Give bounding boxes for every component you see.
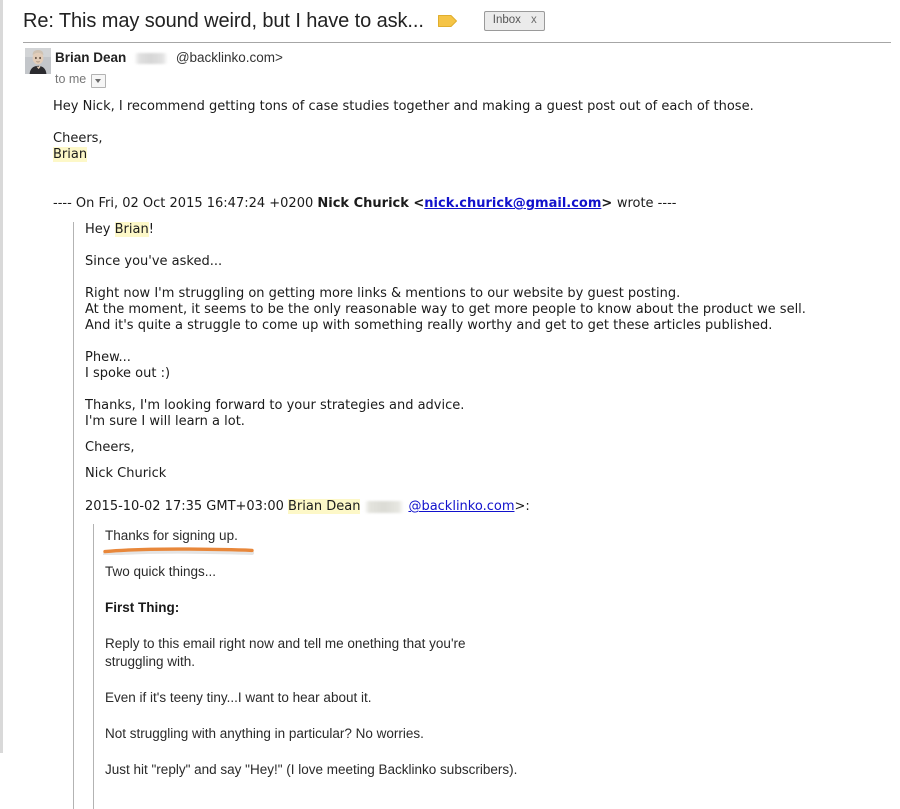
label-tag-icon[interactable] bbox=[437, 14, 458, 28]
struggle-line-1: Right now I'm struggling on getting more… bbox=[85, 286, 681, 301]
label-chip-inbox[interactable]: Inbox x bbox=[483, 11, 545, 31]
chevron-down-icon[interactable] bbox=[91, 73, 107, 88]
quoted-line-since: Since you've asked... bbox=[85, 254, 223, 269]
quote-author-email-link[interactable]: nick.churick@gmail.com bbox=[424, 196, 601, 211]
quoted-thanks-block: Thanks, I'm looking forward to your stra… bbox=[85, 398, 883, 430]
welcome-two-things: Two quick things... bbox=[105, 564, 217, 579]
welcome-teeny-tiny: Even if it's teeny tiny...I want to hear… bbox=[105, 690, 372, 705]
quoted-cheers: Cheers, bbox=[85, 440, 135, 455]
body-signoff: Cheers, Brian bbox=[53, 131, 873, 163]
label-chip-text: Inbox bbox=[492, 14, 521, 26]
quote-attribution-line: ---- On Fri, 02 Oct 2015 16:47:24 +0200 … bbox=[53, 195, 883, 212]
annotated-line-wrapper: Thanks for signing up. bbox=[103, 527, 883, 555]
thanks-line-2: I'm sure I will learn a lot. bbox=[85, 414, 245, 429]
quote2-datetime: 2015-10-02 17:35 GMT+03:00 bbox=[85, 499, 288, 514]
subject-row: Re: This may sound weird, but I have to … bbox=[23, 6, 883, 36]
signoff-text: Cheers, bbox=[53, 131, 103, 146]
message-body: Hey Nick, I recommend getting tons of ca… bbox=[53, 99, 873, 163]
spoke-out-line: I spoke out :) bbox=[85, 366, 171, 381]
struggle-line-3: And it's quite a struggle to come up wit… bbox=[85, 318, 773, 333]
email-message-frame: Re: This may sound weird, but I have to … bbox=[0, 0, 900, 809]
quoted-block-level-2: Thanks for signing up. Two quick things.… bbox=[93, 524, 883, 809]
close-icon[interactable]: x bbox=[531, 14, 537, 27]
quote-attribution-line-2: 2015-10-02 17:35 GMT+03:00 Brian Dean @ba… bbox=[85, 498, 883, 515]
quoted-struggle-block: Right now I'm struggling on getting more… bbox=[85, 286, 883, 334]
quote-bracket-open: < bbox=[408, 196, 425, 211]
header-divider bbox=[23, 42, 891, 43]
welcome-first-thing-heading: First Thing: bbox=[105, 600, 180, 615]
quoted-signature: Nick Churick bbox=[85, 466, 167, 481]
recipient-label: to me bbox=[55, 72, 87, 86]
welcome-thanks-line: Thanks for signing up. bbox=[105, 528, 238, 543]
orange-underline-annotation bbox=[103, 547, 255, 555]
quote2-author-highlight: Brian Dean bbox=[288, 499, 361, 514]
quote-suffix: wrote ---- bbox=[616, 196, 677, 211]
greeting-pre: Hey bbox=[85, 222, 115, 237]
quote-date-prefix: ---- On Fri, 02 Oct 2015 16:47:24 +0200 bbox=[53, 196, 318, 211]
avatar[interactable] bbox=[25, 48, 51, 74]
quote-author: Nick Churick bbox=[317, 196, 409, 211]
signature-name: Brian bbox=[53, 147, 88, 162]
phew-line: Phew... bbox=[85, 350, 131, 365]
body-paragraph: Hey Nick, I recommend getting tons of ca… bbox=[53, 99, 754, 114]
welcome-no-worries: Not struggling with anything in particul… bbox=[105, 726, 424, 741]
quoted-block-level-1: Hey Brian! Since you've asked... Right n… bbox=[73, 222, 883, 809]
greeting-post: ! bbox=[148, 222, 154, 237]
recipient-line[interactable]: to me bbox=[55, 72, 107, 88]
redacted-email-local-part-2 bbox=[364, 500, 405, 513]
sender-name: Brian Dean bbox=[55, 50, 127, 65]
sender-line: Brian Dean @backlinko.com> bbox=[55, 49, 283, 66]
quote2-author-email-link[interactable]: @backlinko.com bbox=[408, 499, 514, 514]
welcome-reply-prompt: Reply to this email right now and tell m… bbox=[105, 636, 466, 669]
welcome-just-hit-reply: Just hit "reply" and say "Hey!" (I love … bbox=[105, 762, 518, 777]
quote-bracket-close: > bbox=[601, 196, 617, 211]
struggle-line-2: At the moment, it seems to be the only r… bbox=[85, 302, 806, 317]
redacted-email-local-part bbox=[134, 52, 169, 64]
quoted-phew-block: Phew... I spoke out :) bbox=[85, 350, 883, 382]
quote2-tail: >: bbox=[514, 499, 530, 514]
quoted-greeting: Hey Brian! bbox=[85, 222, 883, 238]
sender-email-domain: @backlinko.com> bbox=[175, 50, 283, 65]
greeting-name-highlight: Brian bbox=[114, 222, 149, 237]
page-title: Re: This may sound weird, but I have to … bbox=[23, 9, 424, 32]
thanks-line-1: Thanks, I'm looking forward to your stra… bbox=[85, 398, 465, 413]
